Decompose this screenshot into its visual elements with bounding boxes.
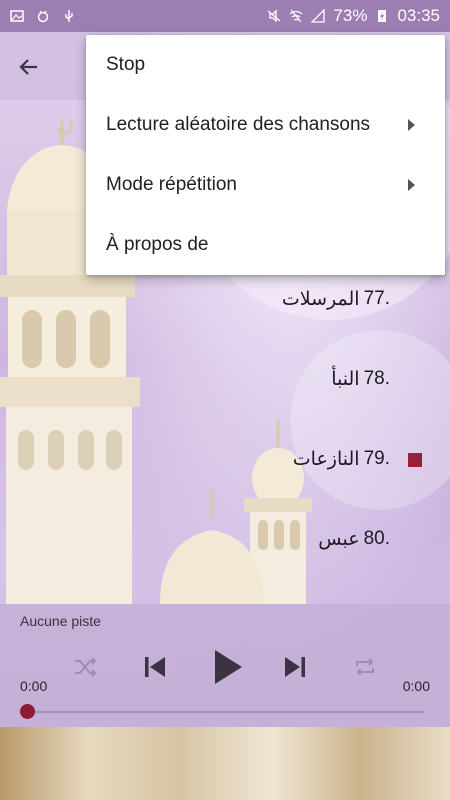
overflow-menu: Stop Lecture aléatoire des chansons Mode… [86, 35, 445, 275]
menu-item-repeat-mode[interactable]: Mode répétition [86, 155, 445, 215]
now-playing-indicator [408, 453, 422, 467]
track-name: النبأ [331, 368, 360, 390]
track-number: 78. [363, 368, 390, 389]
current-track-title: Aucune piste [20, 613, 101, 629]
track-name: النازعات [292, 448, 360, 470]
image-icon [10, 10, 24, 22]
list-item[interactable]: النبأ 78. [331, 359, 390, 399]
elapsed-time: 0:00 [20, 678, 48, 694]
menu-item-label: À propos de [106, 234, 209, 255]
repeat-icon[interactable] [352, 654, 378, 680]
track-name: عبس [318, 528, 360, 550]
menu-item-about[interactable]: À propos de [86, 215, 445, 275]
track-number: 80. [363, 528, 390, 549]
battery-percent: 73% [333, 6, 368, 25]
android-debug-icon [37, 10, 49, 23]
battery-charging-icon [378, 10, 387, 22]
arrow-left-icon [19, 59, 37, 75]
track-number: 79. [363, 448, 390, 469]
track-name: المرسلات [281, 288, 360, 310]
menu-item-stop[interactable]: Stop [86, 35, 445, 95]
bottom-artwork-strip [0, 727, 450, 800]
back-button[interactable] [12, 50, 46, 84]
wifi-off-icon [290, 9, 303, 23]
clock: 03:35 [397, 6, 440, 25]
skip-previous-icon[interactable] [141, 653, 169, 681]
menu-item-shuffle[interactable]: Lecture aléatoire des chansons [86, 95, 445, 155]
skip-next-icon[interactable] [281, 653, 309, 681]
seek-bar[interactable] [28, 711, 424, 713]
seek-thumb[interactable] [20, 704, 35, 719]
status-bar: 73% 03:35 [0, 0, 450, 32]
submenu-arrow-icon [408, 119, 415, 131]
signal-icon [311, 9, 326, 23]
player-panel: Aucune piste 0:00 0:00 [0, 604, 450, 727]
list-item[interactable]: المرسلات 77. [282, 279, 390, 319]
total-duration: 0:00 [402, 678, 430, 694]
shuffle-icon[interactable] [72, 654, 98, 680]
menu-item-label: Stop [106, 54, 146, 75]
usb-icon [65, 10, 73, 22]
list-item[interactable]: النازعات 79. [293, 439, 390, 479]
play-icon[interactable] [212, 647, 244, 687]
menu-item-label: Lecture aléatoire des chansons [106, 114, 371, 135]
mute-icon [268, 9, 281, 23]
menu-item-label: Mode répétition [106, 174, 237, 195]
track-number: 77. [363, 288, 390, 309]
list-item[interactable]: عبس 80. [318, 519, 390, 559]
submenu-arrow-icon [408, 179, 415, 191]
